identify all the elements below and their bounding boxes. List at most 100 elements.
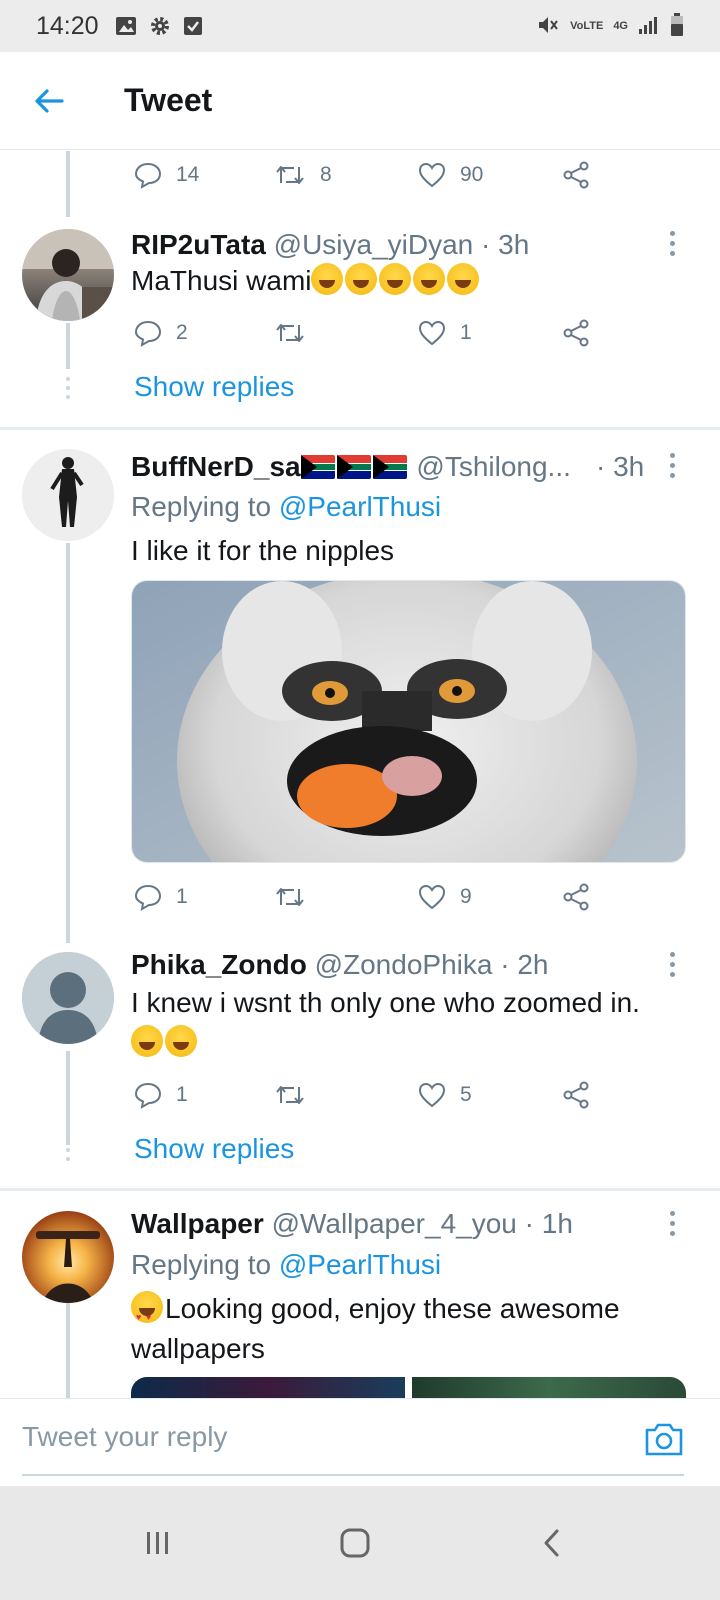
tweet-time: · 1h (524, 1208, 573, 1239)
avatar[interactable] (22, 229, 114, 321)
reply-count: 1 (176, 1083, 188, 1106)
display-name[interactable]: Wallpaper (131, 1208, 264, 1239)
tweet-text: I knew i wsnt th only one who zoomed in. (131, 983, 684, 1063)
tweet-actions: 1 5 (134, 1075, 614, 1115)
retweet-button[interactable] (274, 320, 320, 346)
share-button[interactable] (562, 319, 590, 347)
reply-icon (134, 320, 162, 347)
replying-handle-link[interactable]: @PearlThusi (279, 1249, 441, 1280)
display-name[interactable]: BuffNerD_sa (131, 451, 301, 482)
retweet-button[interactable] (274, 884, 320, 910)
like-count: 90 (460, 163, 484, 186)
retweet-icon (276, 888, 304, 906)
replying-prefix: Replying to (131, 1249, 272, 1280)
laughing-emoji-icon (165, 1025, 197, 1057)
system-back-button[interactable] (522, 1518, 582, 1568)
status-bar: 14:20 VoLTE 4G (0, 0, 720, 52)
share-icon (563, 161, 589, 189)
like-button[interactable]: 5 (418, 1082, 472, 1108)
laughing-emoji-icon (131, 1025, 163, 1057)
reply-input[interactable]: Tweet your reply (22, 1421, 227, 1453)
show-replies-link[interactable]: Show replies (134, 371, 294, 403)
like-count: 9 (460, 885, 472, 908)
reply-button[interactable]: 2 (134, 319, 188, 347)
share-button[interactable] (562, 883, 590, 911)
tweet-header: BuffNerD_sa @Tshilong... (131, 451, 630, 483)
app-header: Tweet (0, 52, 720, 150)
reply-count: 1 (176, 885, 188, 908)
like-button[interactable]: 90 (418, 162, 483, 188)
laughing-emoji-icon (447, 263, 480, 295)
like-button[interactable]: 9 (418, 884, 472, 910)
retweet-button[interactable]: 8 (274, 162, 332, 188)
replying-to: Replying to @PearlThusi (131, 1249, 441, 1281)
divider (0, 1188, 720, 1191)
reply-button[interactable]: 14 (134, 161, 199, 189)
camera-button[interactable] (644, 1421, 684, 1461)
reply-composer: Tweet your reply (0, 1398, 720, 1486)
page-title: Tweet (124, 82, 213, 118)
reply-button[interactable]: 1 (134, 883, 188, 911)
gallery-icon (115, 16, 137, 36)
tweet-actions: 2 1 (134, 313, 614, 353)
status-time: 14:20 (36, 11, 99, 40)
tweet-body: Looking good, enjoy these awesome wallpa… (131, 1293, 620, 1364)
tweet-time: · 2h (500, 949, 549, 980)
more-options-button[interactable] (668, 231, 676, 256)
user-handle[interactable]: @Tshilong... (416, 451, 571, 482)
recent-apps-button[interactable] (128, 1518, 188, 1568)
like-count: 1 (460, 321, 472, 344)
display-name[interactable]: Phika_Zondo (131, 949, 307, 980)
thread-line (66, 1051, 70, 1145)
avatar[interactable] (22, 449, 114, 541)
recent-apps-icon (147, 1532, 168, 1554)
status-right-icons: VoLTE 4G (536, 12, 684, 40)
replying-to: Replying to @PearlThusi (131, 491, 441, 523)
laughing-emoji-icon (413, 263, 446, 295)
like-button[interactable]: 1 (418, 320, 472, 346)
camera-icon (645, 1423, 683, 1456)
show-replies-link[interactable]: Show replies (134, 1133, 294, 1165)
retweet-icon (276, 324, 304, 342)
user-handle[interactable]: @ZondoPhika (315, 949, 493, 980)
tweet-feed[interactable]: 14 8 90 RIP2uTata @Usiya_yiDyan · 3h MaT… (0, 151, 720, 1427)
display-name[interactable]: RIP2uTata (131, 229, 266, 260)
retweet-icon (276, 166, 304, 184)
heart-icon (418, 1082, 446, 1108)
more-options-button[interactable] (668, 453, 676, 478)
tweet-header: RIP2uTata @Usiya_yiDyan · 3h (131, 229, 680, 261)
retweet-button[interactable] (274, 1082, 320, 1108)
reply-button[interactable]: 1 (134, 1081, 188, 1109)
home-icon (340, 1528, 370, 1558)
south-africa-flag-icon (336, 455, 371, 479)
share-button[interactable] (562, 161, 590, 189)
tweet-header: Wallpaper @Wallpaper_4_you · 1h (131, 1208, 680, 1240)
avatar[interactable] (22, 952, 114, 1044)
emoji-group (311, 263, 481, 296)
system-navigation-bar (0, 1486, 720, 1600)
thread-dots (66, 377, 70, 399)
avatar[interactable] (22, 1211, 114, 1303)
volte-icon: VoLTE (570, 19, 604, 32)
replying-handle-link[interactable]: @PearlThusi (279, 491, 441, 522)
more-options-button[interactable] (668, 952, 676, 977)
home-button[interactable] (325, 1518, 385, 1568)
chevron-left-icon (544, 1529, 559, 1557)
tweet-media-image[interactable] (131, 580, 686, 863)
tweet-time-wrap: · 3h (596, 451, 666, 483)
back-button[interactable] (24, 76, 74, 126)
tweet-time: · 3h (481, 229, 530, 260)
heart-icon (418, 884, 446, 910)
user-handle[interactable]: @Usiya_yiDyan (274, 229, 474, 260)
south-africa-flag-icon (372, 455, 407, 479)
thread-line (66, 151, 70, 217)
heart-eyes-emoji-icon (131, 1291, 163, 1337)
tweet-text: MaThusi wami (131, 261, 684, 301)
share-button[interactable] (562, 1081, 590, 1109)
retweet-icon (276, 1086, 304, 1104)
more-options-button[interactable] (668, 1211, 676, 1236)
checkbox-icon (183, 16, 203, 36)
user-handle[interactable]: @Wallpaper_4_you (272, 1208, 517, 1239)
input-underline (22, 1474, 684, 1476)
tweet-text: Looking good, enjoy these awesome wallpa… (131, 1289, 684, 1369)
